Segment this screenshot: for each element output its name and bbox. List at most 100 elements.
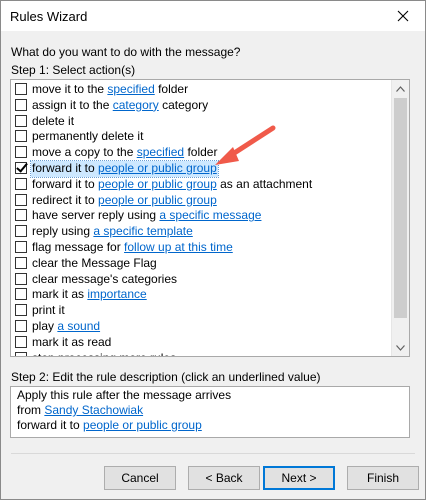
finish-button[interactable]: Finish [347, 466, 419, 490]
action-row[interactable]: redirect it to people or public group [11, 193, 391, 209]
checkbox[interactable] [15, 335, 27, 348]
action-text: stop processing more rules [32, 351, 176, 356]
action-label: move a copy to the specified folder [31, 145, 218, 161]
action-row[interactable]: forward it to people or public group as … [11, 177, 391, 193]
checkbox[interactable] [15, 304, 27, 317]
action-text: delete it [32, 113, 75, 128]
action-text: move a copy to the [32, 145, 137, 160]
action-text: flag message for [32, 239, 125, 254]
action-link[interactable]: a specific template [93, 224, 192, 238]
action-label: stop processing more rules [31, 351, 177, 356]
description-line-1: Apply this rule after the message arrive… [17, 388, 232, 402]
checkbox[interactable] [15, 225, 27, 238]
action-row[interactable]: print it [11, 303, 391, 319]
action-row[interactable]: assign it to the category category [11, 98, 391, 114]
scrollbar-thumb[interactable] [394, 98, 407, 318]
action-text: folder [184, 145, 218, 160]
cancel-button[interactable]: Cancel [104, 466, 176, 490]
sender-link[interactable]: Sandy Stachowiak [44, 403, 143, 417]
action-label: flag message for follow up at this time [31, 240, 234, 256]
action-label: have server reply using a specific messa… [31, 208, 262, 224]
action-label: play a sound [31, 319, 101, 335]
description-line-3: forward it to people or public group [17, 418, 202, 432]
step1-label: Step 1: Select action(s) [11, 63, 136, 77]
action-text: assign it to the [32, 97, 113, 112]
checkbox[interactable] [15, 114, 27, 127]
action-text: move it to the [32, 82, 108, 96]
checkbox[interactable] [15, 288, 27, 301]
action-row[interactable]: clear message's categories [11, 272, 391, 288]
action-label: print it [31, 303, 66, 319]
action-text: print it [32, 303, 65, 318]
action-text: folder [154, 82, 189, 96]
action-row[interactable]: delete it [11, 114, 391, 130]
action-row[interactable]: move it to the specified folder [11, 82, 391, 98]
close-button[interactable] [381, 1, 425, 31]
action-link[interactable]: specified [137, 145, 184, 159]
actions-list[interactable]: move it to the specified folder assign it… [10, 79, 410, 357]
action-link[interactable]: category [113, 98, 159, 112]
next-button[interactable]: Next > [263, 466, 335, 490]
action-link[interactable]: people or public group [98, 177, 217, 191]
checkbox[interactable] [15, 319, 27, 332]
scroll-up-button[interactable] [392, 80, 409, 97]
action-text: redirect it to [32, 192, 99, 207]
action-label: clear message's categories [31, 272, 178, 288]
action-row[interactable]: reply using a specific template [11, 224, 391, 240]
action-link[interactable]: people or public group [98, 193, 217, 207]
action-row[interactable]: forward it to people or public group [11, 159, 391, 178]
checkbox[interactable] [15, 209, 27, 222]
action-link[interactable]: a specific message [159, 208, 261, 222]
question-label: What do you want to do with the message? [11, 45, 241, 59]
scrollbar[interactable] [391, 80, 409, 356]
action-row[interactable]: mark it as importance [11, 287, 391, 303]
action-text: clear the Message Flag [32, 255, 157, 270]
checkbox[interactable] [15, 177, 27, 190]
action-label: forward it to people or public group as … [31, 177, 313, 193]
action-link[interactable]: people or public group [98, 161, 217, 175]
description-line-2: from Sandy Stachowiak [17, 403, 144, 417]
action-row[interactable]: have server reply using a specific messa… [11, 208, 391, 224]
action-text: permanently delete it [32, 129, 144, 144]
action-text: mark it as read [32, 334, 112, 349]
action-row[interactable]: move a copy to the specified folder [11, 145, 391, 161]
action-label: mark it as read [31, 335, 112, 351]
actions-rows: move it to the specified folder assign it… [11, 82, 391, 356]
action-row[interactable]: flag message for follow up at this time [11, 240, 391, 256]
action-label: assign it to the category category [31, 98, 209, 114]
recipient-link[interactable]: people or public group [83, 418, 202, 432]
rule-description-box: Apply this rule after the message arrive… [10, 386, 410, 438]
checkbox[interactable] [15, 83, 27, 95]
back-button[interactable]: < Back [188, 466, 260, 490]
checkbox[interactable] [15, 240, 27, 253]
chevron-down-icon [396, 344, 405, 351]
close-icon [397, 10, 409, 22]
action-row[interactable]: play a sound [11, 319, 391, 335]
checkbox-checked[interactable] [15, 161, 27, 174]
action-label: move it to the specified folder [31, 82, 189, 98]
action-row[interactable]: mark it as read [11, 335, 391, 351]
action-text: reply using [32, 224, 94, 239]
checkbox[interactable] [15, 146, 27, 159]
checkbox[interactable] [15, 130, 27, 143]
step2-label: Step 2: Edit the rule description (click… [11, 370, 321, 384]
action-label: clear the Message Flag [31, 256, 158, 272]
checkbox[interactable] [15, 193, 27, 206]
action-row[interactable]: clear the Message Flag [11, 256, 391, 272]
action-label: redirect it to people or public group [31, 193, 218, 209]
checkbox[interactable] [15, 98, 27, 111]
action-row[interactable]: permanently delete it [11, 129, 391, 145]
scroll-down-button[interactable] [392, 339, 409, 356]
checkbox[interactable] [15, 256, 27, 269]
action-label: delete it [31, 114, 75, 130]
action-label: forward it to people or public group [30, 159, 219, 178]
action-link[interactable]: follow up at this time [124, 240, 233, 254]
action-link[interactable]: a sound [57, 319, 100, 333]
action-link[interactable]: specified [107, 82, 154, 96]
action-text: have server reply using [32, 208, 160, 223]
action-link[interactable]: importance [87, 287, 146, 301]
action-row[interactable]: stop processing more rules [11, 351, 391, 356]
checkbox[interactable] [15, 351, 27, 356]
checkbox[interactable] [15, 272, 27, 285]
action-text: play [32, 318, 58, 333]
